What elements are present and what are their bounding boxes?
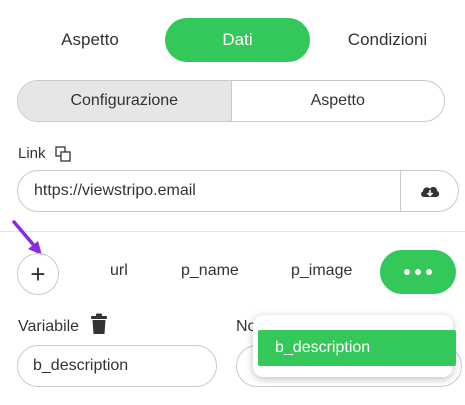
variable-chip-p-name[interactable]: p_name <box>181 262 239 280</box>
tab-aspetto[interactable]: Aspetto <box>40 18 140 62</box>
segment-aspetto[interactable]: Aspetto <box>232 81 445 121</box>
more-dot-icon <box>404 269 410 275</box>
segmented-control: Configurazione Aspetto <box>17 80 445 122</box>
variable-chip-p-image[interactable]: p_image <box>291 262 352 280</box>
copy-icon[interactable] <box>54 145 72 163</box>
add-variable-button[interactable]: + <box>17 253 59 295</box>
variable-chip-url[interactable]: url <box>110 262 128 280</box>
variabile-input[interactable] <box>17 345 217 387</box>
dropdown-option[interactable]: b_description <box>258 330 456 366</box>
cloud-download-button[interactable] <box>400 171 458 211</box>
tab-dati[interactable]: Dati <box>165 18 310 62</box>
plus-icon: + <box>30 258 46 289</box>
divider <box>0 231 465 232</box>
tab-condizioni[interactable]: Condizioni <box>330 18 445 62</box>
cloud-download-icon <box>420 186 439 197</box>
variabile-label: Variabile <box>18 318 80 335</box>
more-dot-icon <box>426 269 432 275</box>
more-dot-icon <box>415 269 421 275</box>
link-label: Link <box>18 145 46 162</box>
url-input[interactable] <box>18 171 398 211</box>
segment-configurazione[interactable]: Configurazione <box>18 81 232 121</box>
url-field <box>17 170 459 212</box>
arrow-annotation-icon <box>12 220 42 255</box>
variable-dropdown: b_description <box>253 315 456 377</box>
more-variables-button[interactable] <box>380 250 456 294</box>
trash-icon[interactable] <box>90 313 108 335</box>
